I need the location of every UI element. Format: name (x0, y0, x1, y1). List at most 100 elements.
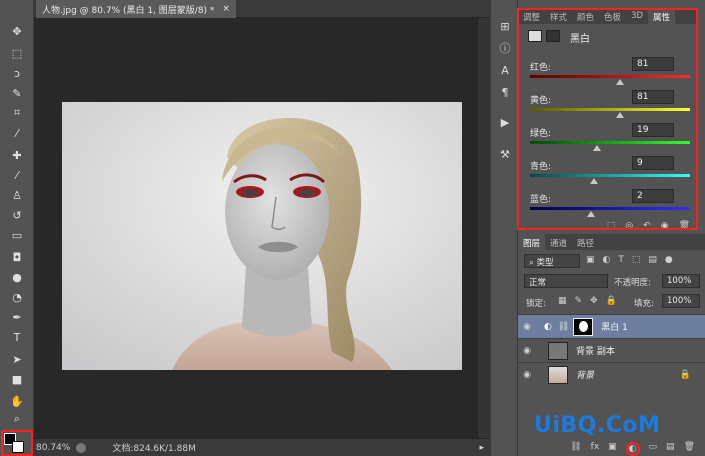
mask-thumbnail[interactable] (573, 317, 594, 336)
eyedropper-tool-icon[interactable]: ⁄ (6, 124, 28, 142)
slider-thumb[interactable] (586, 211, 595, 217)
shape-filter-icon[interactable]: ⬚ (632, 255, 641, 265)
pixel-filter-icon[interactable]: ▣ (586, 255, 595, 265)
add-mask-icon[interactable]: ▣ (608, 442, 617, 456)
paragraph-panel-icon[interactable]: ¶ (497, 84, 513, 100)
visibility-eye-icon[interactable]: ◉ (518, 346, 536, 356)
history-brush-tool-icon[interactable]: ↺ (6, 206, 28, 224)
clone-stamp-tool-icon[interactable]: ♙ (6, 186, 28, 204)
slider-track[interactable] (530, 207, 690, 210)
tab-styles[interactable]: 样式 (545, 8, 572, 24)
opacity-input[interactable]: 100% (662, 274, 700, 288)
tool-presets-panel-icon[interactable]: ⚒ (497, 146, 513, 162)
layer-name[interactable]: 黑白 1 (601, 320, 628, 333)
blend-mode-select[interactable]: 正常 (524, 274, 608, 288)
slider-thumb[interactable] (593, 145, 602, 151)
type-filter-icon[interactable]: T (618, 255, 624, 265)
document-tab[interactable]: 人物.jpg @ 80.7% (黑白 1, 图层蒙版/8) * × (36, 0, 236, 18)
layer-row-bg[interactable]: ◉ 背景 🔒 (518, 362, 705, 386)
delete-icon[interactable]: 🗑 (679, 221, 690, 233)
slider-yellow[interactable]: 黄色: 81 (526, 90, 692, 123)
slider-green[interactable]: 绿色: 19 (526, 123, 692, 156)
layer-name[interactable]: 背景 副本 (576, 344, 615, 357)
history-panel-icon[interactable]: ⊞ (497, 18, 513, 34)
layer-name[interactable]: 背景 (576, 368, 594, 381)
tab-paths[interactable]: 路径 (572, 234, 599, 250)
move-tool-icon[interactable]: ✥ (6, 22, 28, 40)
tab-properties[interactable]: 属性 (648, 8, 676, 24)
character-panel-icon[interactable]: A (497, 62, 513, 78)
tab-adjustments[interactable]: 调整 (518, 8, 545, 24)
eraser-tool-icon[interactable]: ▭ (6, 226, 28, 244)
lock-all-icon[interactable]: 🔒 (606, 296, 617, 306)
brush-tool-icon[interactable]: ⁄ (6, 166, 28, 184)
slider-cyan[interactable]: 青色: 9 (526, 156, 692, 189)
filter-toggle-icon[interactable]: ● (665, 255, 673, 265)
tab-channels[interactable]: 通道 (545, 234, 572, 250)
slider-value-input[interactable]: 19 (632, 123, 674, 137)
shape-tool-icon[interactable]: ■ (6, 370, 28, 388)
fill-input[interactable]: 100% (662, 294, 700, 308)
mask-toggle-icon[interactable] (546, 30, 560, 42)
adjustment-layer-icon[interactable] (528, 30, 542, 42)
smart-object-filter-icon[interactable]: ▤ (648, 255, 657, 265)
lock-transparent-icon[interactable]: ▦ (558, 296, 567, 306)
slider-red[interactable]: 红色: 81 (526, 57, 692, 90)
slider-thumb[interactable] (615, 79, 624, 85)
visibility-eye-icon[interactable]: ◉ (518, 322, 536, 332)
info-panel-icon[interactable]: ⓘ (497, 40, 513, 56)
adjustment-filter-icon[interactable]: ◐ (603, 255, 611, 265)
slider-track[interactable] (530, 174, 690, 177)
slider-value-input[interactable]: 81 (632, 90, 674, 104)
slider-thumb[interactable] (590, 178, 598, 184)
hand-tool-icon[interactable]: ✋ (6, 392, 28, 410)
zoom-level[interactable]: 80.74% (36, 443, 70, 453)
zoom-tool-icon[interactable]: ⌕ (6, 410, 28, 428)
healing-brush-tool-icon[interactable]: ✚ (6, 146, 28, 164)
tab-color[interactable]: 颜色 (572, 8, 599, 24)
paint-bucket-tool-icon[interactable]: ◘ (6, 248, 28, 266)
tab-layers[interactable]: 图层 (518, 234, 546, 250)
visibility-icon[interactable]: ◉ (661, 221, 669, 233)
status-menu-icon[interactable] (76, 442, 87, 453)
new-group-icon[interactable]: ▭ (649, 442, 658, 456)
dodge-tool-icon[interactable]: ◔ (6, 288, 28, 306)
path-select-tool-icon[interactable]: ➤ (6, 350, 28, 368)
delete-layer-icon[interactable]: 🗑 (684, 442, 695, 456)
lasso-tool-icon[interactable]: ↄ (6, 64, 28, 82)
slider-track[interactable] (530, 108, 690, 111)
actions-panel-icon[interactable]: ▶ (497, 114, 513, 130)
canvas-photo[interactable] (62, 102, 462, 370)
blur-tool-icon[interactable]: ● (6, 268, 28, 286)
fx-icon[interactable]: fx (591, 442, 600, 456)
slider-value-input[interactable]: 81 (632, 57, 674, 71)
reset-icon[interactable]: ↶ (643, 221, 651, 233)
lock-move-icon[interactable]: ✥ (590, 296, 598, 306)
pen-tool-icon[interactable]: ✒ (6, 308, 28, 326)
marquee-tool-icon[interactable]: ⬚ (6, 44, 28, 62)
slider-value-input[interactable]: 9 (632, 156, 674, 170)
layer-filter-select[interactable]: ⌕ 类型 (524, 254, 580, 268)
tab-3d[interactable]: 3D (626, 8, 648, 24)
slider-value-input[interactable]: 2 (632, 189, 674, 203)
view-previous-icon[interactable]: ◎ (625, 221, 633, 233)
visibility-eye-icon[interactable]: ◉ (518, 370, 536, 380)
slider-blue[interactable]: 蓝色: 2 (526, 189, 692, 222)
lock-paint-icon[interactable]: ✎ (575, 296, 583, 306)
status-arrow-icon[interactable]: ▸ (479, 443, 484, 453)
slider-thumb[interactable] (615, 112, 624, 118)
new-layer-icon[interactable]: ▤ (666, 442, 675, 456)
new-adjustment-icon[interactable]: ◐ (625, 442, 640, 456)
close-tab-icon[interactable]: × (222, 4, 230, 14)
slider-track[interactable] (530, 75, 690, 78)
layer-row-bg-copy[interactable]: ◉ 背景 副本 (518, 338, 705, 362)
layer-row-bw[interactable]: ◉ ◐ ⛓ 黑白 1 (518, 314, 705, 338)
quick-select-tool-icon[interactable]: ✎ (6, 84, 28, 102)
tab-swatches[interactable]: 色板 (599, 8, 626, 24)
link-layers-icon[interactable]: ⛓ (570, 442, 581, 456)
type-tool-icon[interactable]: T (6, 328, 28, 346)
vertical-scrollbar[interactable] (478, 18, 490, 438)
slider-track[interactable] (530, 141, 690, 144)
clip-to-layer-icon[interactable]: ⬚ (607, 221, 616, 233)
crop-tool-icon[interactable]: ⌗ (6, 104, 28, 122)
